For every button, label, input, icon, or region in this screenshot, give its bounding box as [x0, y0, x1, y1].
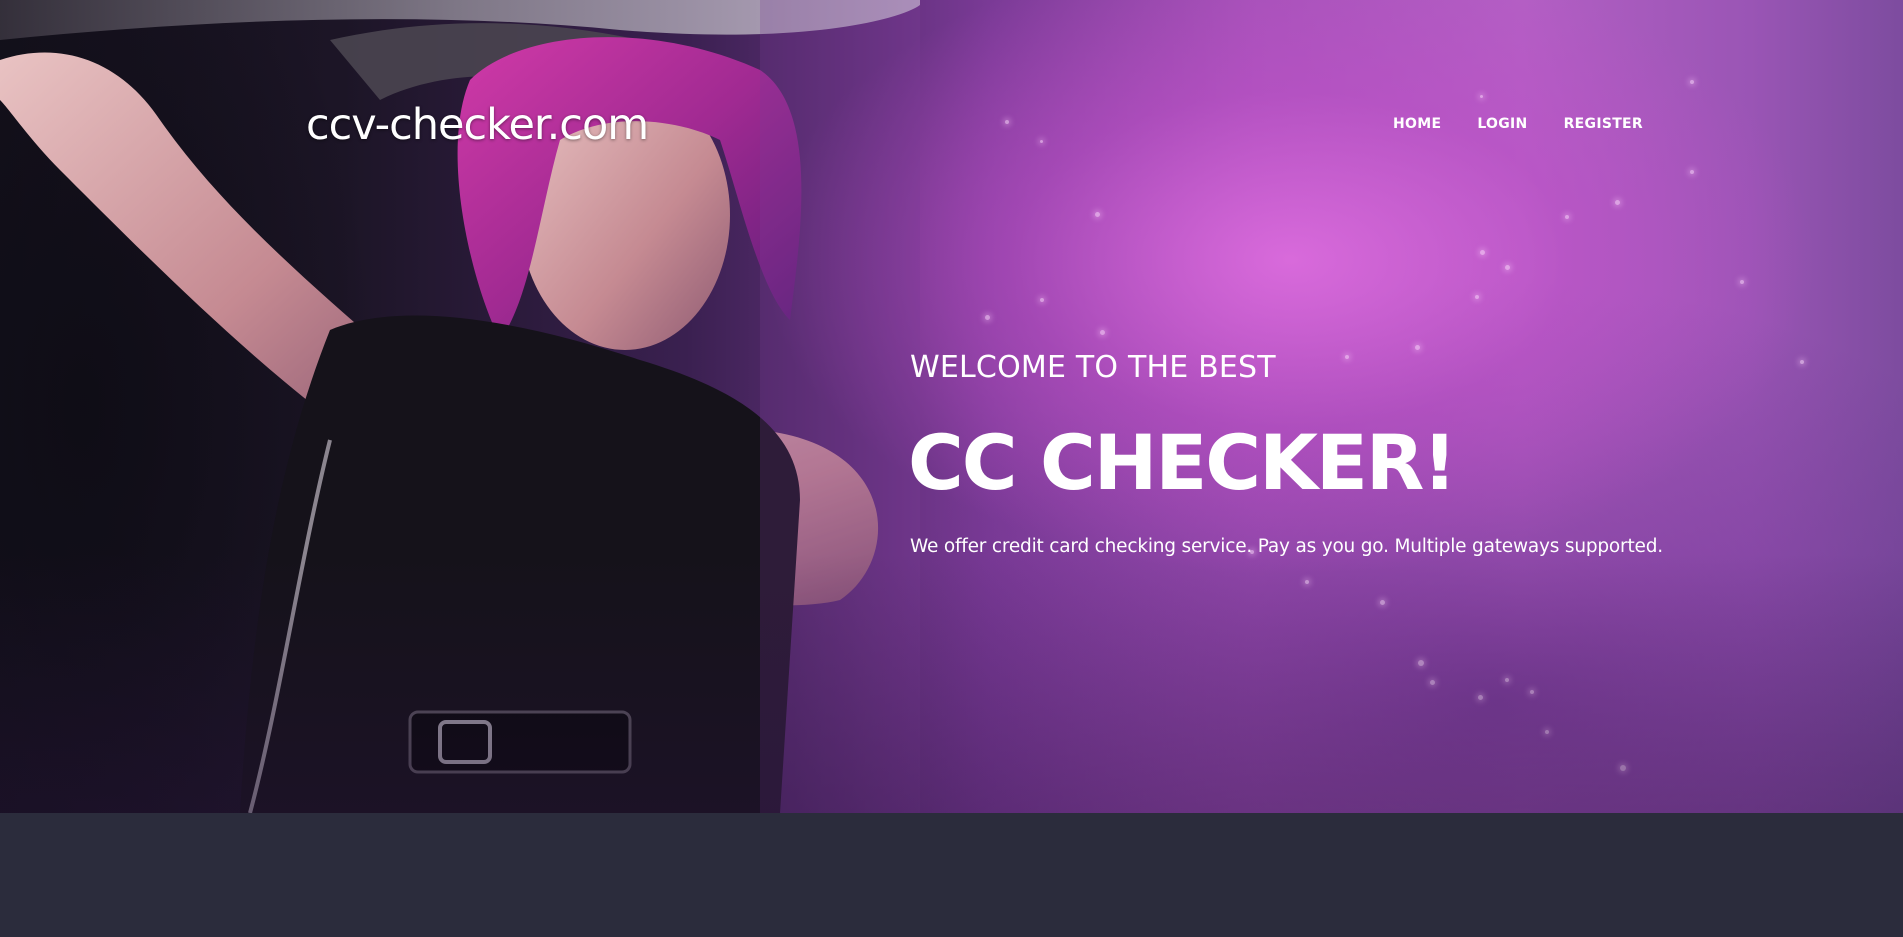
nav-login-link[interactable]: LOGIN: [1477, 116, 1527, 132]
hero-welcome-text: WELCOME TO THE BEST: [910, 350, 1276, 385]
site-logo[interactable]: ccv-checker.com: [306, 100, 649, 150]
page: ccv-checker.com HOME LOGIN REGISTER WELC…: [0, 0, 1903, 937]
main-nav: HOME LOGIN REGISTER: [1393, 116, 1643, 132]
hero-headline: CC CHECKER!: [908, 418, 1457, 507]
content-band: [0, 813, 1903, 937]
nav-register-link[interactable]: REGISTER: [1564, 116, 1643, 132]
hero-subtitle: We offer credit card checking service. P…: [910, 536, 1663, 557]
hero-bottom-shade: [0, 553, 1903, 813]
nav-home-link[interactable]: HOME: [1393, 116, 1441, 132]
hero-section: ccv-checker.com HOME LOGIN REGISTER WELC…: [0, 0, 1903, 813]
